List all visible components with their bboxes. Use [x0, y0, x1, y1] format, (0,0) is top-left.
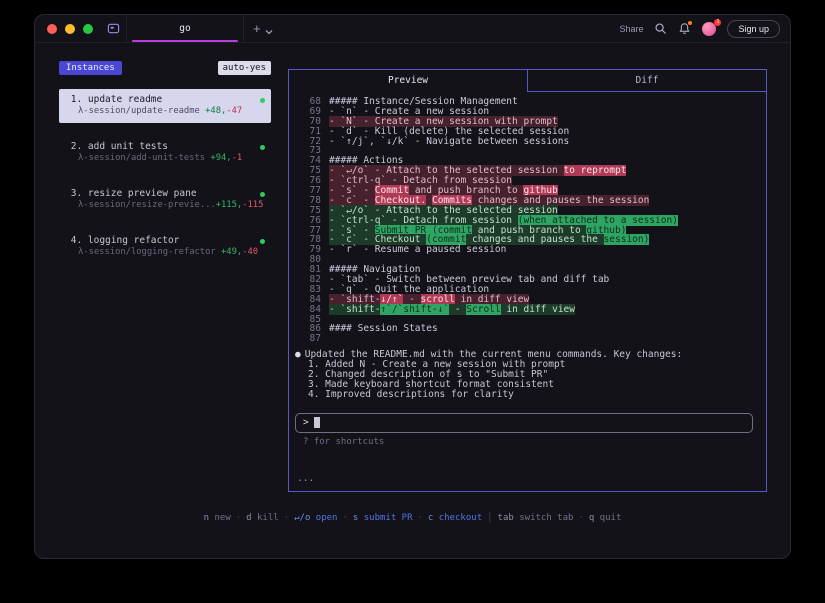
instance-list: 1. update readmeλ-session/update-readme … [59, 89, 271, 264]
menu-separator: · [231, 513, 246, 523]
diff-content: 68##### Instance/Session Management69- `… [295, 97, 760, 344]
shortcut-menubar: n new·d kill·↵/o open·s submit PR·c chec… [35, 513, 790, 523]
status-dot [260, 145, 265, 150]
menu-item-checkout[interactable]: c checkout [428, 513, 482, 523]
new-tab-button[interactable]: + [253, 22, 261, 35]
menu-item-kill[interactable]: d kill [246, 513, 279, 523]
active-tab-underline [132, 40, 238, 42]
avatar-badge: 1 [714, 19, 721, 26]
zoom-button[interactable] [83, 24, 93, 34]
menu-separator: · [279, 513, 294, 523]
titlebar: go + Share 1 [35, 15, 790, 43]
tab-title: go [179, 23, 190, 34]
menu-separator: · [337, 513, 352, 523]
notifications-bell-icon[interactable] [678, 22, 691, 35]
summary-points: 1. Added N - Create a new session with p… [295, 360, 760, 400]
status-dot [260, 192, 265, 197]
text-cursor [314, 417, 320, 428]
status-dot [260, 98, 265, 103]
menu-item-quit[interactable]: q quit [589, 513, 622, 523]
menu-item-open[interactable]: ↵/o open [294, 513, 337, 523]
desktop: go + Share 1 [0, 0, 825, 603]
menu-item-submit-PR[interactable]: s submit PR [353, 513, 413, 523]
share-button[interactable]: Share [619, 24, 643, 34]
workspace-icon[interactable] [107, 22, 120, 35]
instance-item[interactable]: 2. add unit testsλ-session/add-unit-test… [59, 136, 271, 170]
shortcuts-hint: ? for shortcuts [303, 437, 760, 447]
close-button[interactable] [47, 24, 57, 34]
tui-body: Instances auto-yes 1. update readmeλ-ses… [35, 43, 790, 559]
prompt-input[interactable]: > [295, 413, 753, 433]
sidebar-header: Instances auto-yes [59, 61, 271, 75]
titlebar-right-cluster: Share 1 Sign up [619, 20, 790, 38]
menu-item-switch-tab[interactable]: tab switch tab [498, 513, 574, 523]
diff-line: 84- `shift-↑`/`shift-↓` - Scroll in diff… [295, 305, 760, 315]
minimize-button[interactable] [65, 24, 75, 34]
tab-preview[interactable]: Preview [289, 70, 528, 92]
instance-item[interactable]: 4. logging refactorλ-session/logging-ref… [59, 230, 271, 264]
terminal-window: go + Share 1 [34, 14, 791, 559]
bullet-icon: ● [295, 349, 301, 360]
instances-title: Instances [59, 61, 122, 75]
overflow-indicator: ... [297, 473, 760, 484]
avatar[interactable]: 1 [702, 22, 716, 36]
terminal-tab[interactable]: go [126, 15, 244, 42]
assistant-summary: ●Updated the README.md with the current … [295, 350, 760, 400]
tab-diff[interactable]: Diff [528, 70, 766, 92]
menu-separator: · [573, 513, 588, 523]
menu-item-new[interactable]: n new [204, 513, 231, 523]
preview-pane: Preview Diff 68##### Instance/Session Ma… [288, 69, 767, 492]
sign-up-button[interactable]: Sign up [727, 20, 780, 38]
auto-yes-badge: auto-yes [218, 61, 271, 75]
diff-line: 72- `↑/j`, `↓/k` - Navigate between sess… [295, 137, 760, 147]
diff-line: 86#### Session States [295, 324, 760, 334]
chevron-down-icon[interactable] [264, 24, 274, 34]
instances-sidebar: Instances auto-yes 1. update readmeλ-ses… [59, 61, 271, 277]
notification-dot [688, 21, 692, 25]
instance-item[interactable]: 1. update readmeλ-session/update-readme … [59, 89, 271, 123]
pane-content: 68##### Instance/Session Management69- `… [289, 92, 766, 484]
prompt-symbol: > [303, 417, 309, 428]
menu-separator: · [413, 513, 428, 523]
traffic-lights [35, 24, 93, 34]
summary-point: 4. Improved descriptions for clarity [295, 390, 760, 400]
diff-line: 79- `r` - Resume a paused session [295, 245, 760, 255]
search-icon[interactable] [654, 22, 667, 35]
status-dot [260, 239, 265, 244]
instance-item[interactable]: 3. resize preview paneλ-session/resize-p… [59, 183, 271, 217]
pane-tabs: Preview Diff [289, 70, 766, 92]
diff-line: 87 [295, 334, 760, 344]
menu-separator: │ [482, 513, 497, 523]
